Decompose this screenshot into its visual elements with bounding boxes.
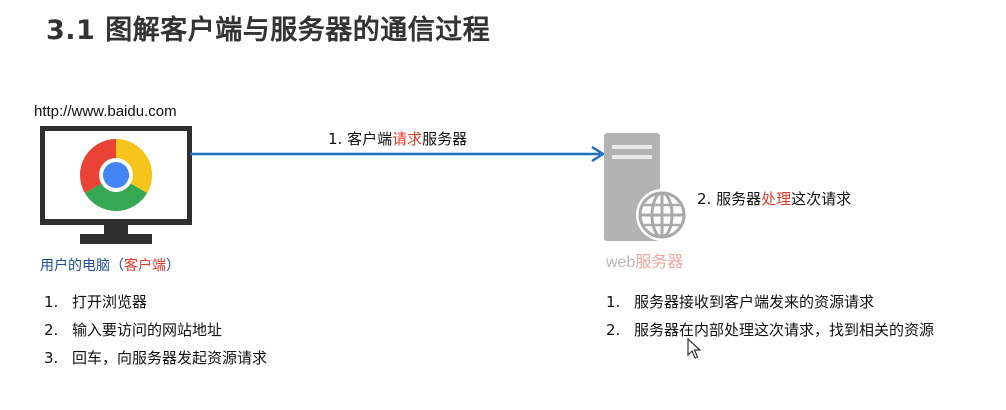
step-text: 服务器在内部处理这次请求，找到相关的资源	[634, 321, 935, 339]
monitor-icon	[40, 126, 192, 244]
step-text: 输入要访问的网站地址	[72, 321, 223, 339]
step-number: 1.	[606, 293, 621, 311]
request-label: 1. 客户端请求服务器	[328, 128, 467, 149]
client-caption-prefix: 用户的电脑（	[40, 258, 124, 274]
request-label-highlight: 请求	[392, 130, 423, 148]
client-caption-suffix: ）	[166, 258, 180, 274]
process-label-suffix: 这次请求	[791, 190, 852, 208]
server-steps-list: 1. 服务器接收到客户端发来的资源请求 2. 服务器在内部处理这次请求，找到相关的资…	[606, 288, 934, 344]
step-number: 1.	[44, 293, 59, 311]
list-item: 2. 服务器在内部处理这次请求，找到相关的资源	[606, 316, 934, 344]
chrome-logo-icon	[79, 139, 153, 212]
list-item: 3. 回车，向服务器发起资源请求	[44, 344, 267, 372]
server-caption-cn: 服务器	[635, 252, 684, 271]
request-label-prefix: 1. 客户端	[328, 130, 393, 148]
client-steps-list: 1. 打开浏览器 2. 输入要访问的网站地址 3. 回车，向服务器发起资源请求	[44, 288, 267, 372]
process-label-prefix: 2. 服务器	[697, 190, 762, 208]
process-label-highlight: 处理	[761, 190, 792, 208]
step-number: 2.	[606, 321, 621, 339]
process-label: 2. 服务器处理这次请求	[697, 188, 851, 209]
url-text: http://www.baidu.com	[34, 103, 177, 120]
server-caption-en: web	[606, 254, 636, 271]
step-text: 打开浏览器	[72, 293, 148, 311]
list-item: 1. 服务器接收到客户端发来的资源请求	[606, 288, 934, 316]
client-caption-highlight: 客户端	[124, 258, 166, 274]
server-caption: web服务器	[606, 248, 683, 272]
step-number: 2.	[44, 321, 59, 339]
list-item: 1. 打开浏览器	[44, 288, 267, 316]
client-caption: 用户的电脑（客户端）	[40, 255, 180, 275]
step-number: 3.	[44, 349, 59, 367]
request-label-suffix: 服务器	[422, 130, 468, 148]
list-item: 2. 输入要访问的网站地址	[44, 316, 267, 344]
step-text: 服务器接收到客户端发来的资源请求	[634, 293, 875, 311]
page-title: 3.1 图解客户端与服务器的通信过程	[46, 15, 491, 46]
server-icon	[604, 133, 688, 241]
globe-icon	[636, 189, 688, 241]
mouse-cursor-icon	[687, 338, 701, 359]
step-text: 回车，向服务器发起资源请求	[72, 349, 268, 367]
